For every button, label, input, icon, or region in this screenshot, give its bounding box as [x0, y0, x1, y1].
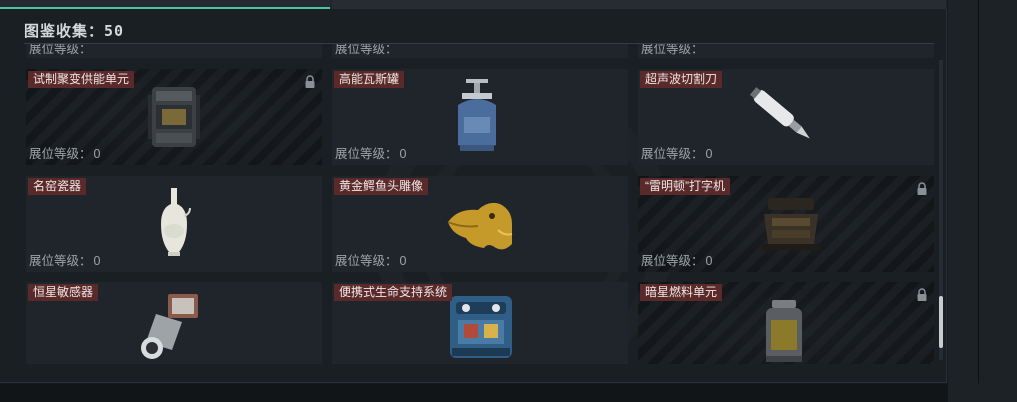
porcelain-vase-icon [161, 188, 191, 256]
item-name: 黄金鳄鱼头雕像 [334, 178, 429, 195]
item-name: 高能瓦斯罐 [334, 71, 405, 88]
collection-card-fuel-cell[interactable]: 暗星燃料单元 [638, 282, 934, 364]
right-sidebar-strip [948, 0, 1017, 402]
grade-text: 展位等级： [29, 44, 92, 56]
item-name: 试制聚变供能单元 [28, 71, 135, 88]
collection-card-porcelain[interactable]: 名窑瓷器 展位等级： 0 [26, 176, 322, 272]
collection-card-star-sensor[interactable]: 恒星敏感器 [26, 282, 322, 364]
collection-panel: 图鉴收集：50 展位等级： 展位等级： 展位等级： 试制聚变供能单元 展位等级：… [0, 0, 947, 383]
item-name: 便携式生命支持系统 [334, 284, 453, 301]
grade-text: 展位等级： 0 [29, 254, 101, 268]
gas-canister-icon [458, 79, 496, 151]
grade-text: 展位等级： [335, 44, 398, 56]
bottom-strip [0, 384, 948, 402]
collection-card-fusion-unit[interactable]: 试制聚变供能单元 展位等级： 0 [26, 69, 322, 165]
item-name: “雷明顿”打字机 [640, 178, 730, 195]
collection-card[interactable]: 展位等级： [26, 44, 322, 58]
collection-title-label: 图鉴收集： [24, 23, 105, 40]
collection-card-gas-canister[interactable]: 高能瓦斯罐 展位等级： 0 [332, 69, 628, 165]
fuel-cell-icon [766, 300, 802, 362]
collection-card-typewriter[interactable]: “雷明顿”打字机 展位等级： 0 [638, 176, 934, 272]
lock-icon [305, 75, 315, 88]
fusion-unit-icon [148, 87, 200, 147]
right-strip-edge [978, 0, 979, 383]
lock-icon [917, 288, 927, 301]
scrollbar-thumb[interactable] [939, 296, 943, 348]
lock-icon [917, 182, 927, 195]
collection-card[interactable]: 展位等级： [638, 44, 934, 58]
collection-card-ultrasonic-cutter[interactable]: 超声波切割刀 展位等级： 0 [638, 69, 934, 165]
tab-secondary[interactable] [332, 0, 946, 9]
item-name: 暗星燃料单元 [640, 284, 723, 301]
collection-title: 图鉴收集：50 [24, 20, 124, 41]
grade-text: 展位等级： 0 [29, 147, 101, 161]
tab-collection[interactable] [0, 0, 330, 9]
collection-card-life-support[interactable]: 便携式生命支持系统 [332, 282, 628, 364]
golden-crocodile-icon [447, 202, 513, 250]
grade-text: 展位等级： [641, 44, 704, 56]
item-name: 超声波切割刀 [640, 71, 723, 88]
grade-text: 展位等级： 0 [335, 254, 407, 268]
collection-card-golden-crocodile[interactable]: 黄金鳄鱼头雕像 展位等级： 0 [332, 176, 628, 272]
grade-text: 展位等级： 0 [641, 147, 713, 161]
typewriter-icon [762, 198, 820, 250]
ultrasonic-cutter-icon [749, 87, 810, 139]
tab-active-indicator [0, 7, 330, 9]
collection-count: 50 [104, 22, 125, 40]
item-name: 恒星敏感器 [28, 284, 99, 301]
tab-bar [0, 0, 947, 9]
collection-grid[interactable]: 展位等级： 展位等级： 展位等级： 试制聚变供能单元 展位等级：0 高能瓦斯罐 [24, 44, 940, 364]
grade-text: 展位等级： 0 [641, 254, 713, 268]
item-name: 名窑瓷器 [28, 178, 87, 195]
star-sensor-icon [141, 294, 198, 359]
life-support-icon [450, 296, 512, 358]
grade-text: 展位等级： 0 [335, 147, 407, 161]
collection-card[interactable]: 展位等级： [332, 44, 628, 58]
